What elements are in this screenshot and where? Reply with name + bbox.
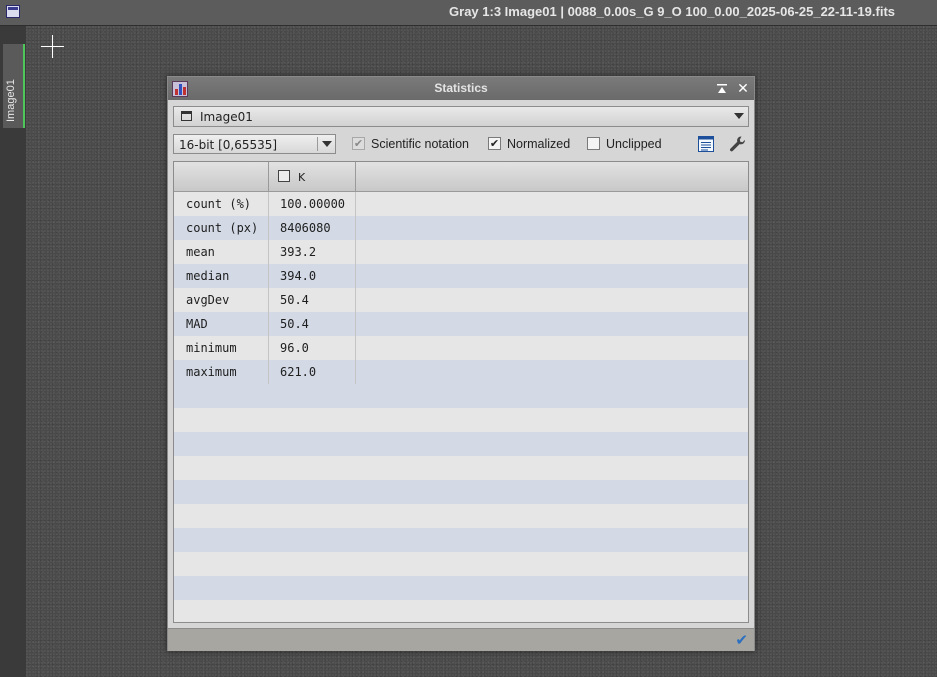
view-selector[interactable]: Image01 — [173, 106, 749, 127]
channel-label: K — [298, 171, 306, 184]
bit-depth-select[interactable]: 16-bit [0,65535] — [173, 134, 336, 154]
column-divider — [268, 162, 269, 191]
statistics-table[interactable]: K count (%) 100.00000 count (px) 8406080… — [173, 161, 749, 623]
stat-name: median — [186, 269, 230, 283]
copy-to-clipboard-icon[interactable] — [698, 136, 714, 152]
stat-name: maximum — [186, 365, 237, 379]
crosshair-cursor-icon — [41, 35, 64, 58]
checkbox-box[interactable] — [587, 137, 600, 150]
table-row[interactable]: MAD 50.4 — [174, 312, 748, 336]
close-icon[interactable]: ✕ — [736, 82, 750, 96]
channel-checkbox[interactable] — [278, 170, 290, 182]
checkbox-label: Unclipped — [606, 137, 662, 151]
table-row[interactable]: avgDev 50.4 — [174, 288, 748, 312]
stat-value: 394.0 — [280, 269, 317, 283]
stat-value: 100.00000 — [280, 197, 346, 211]
wrench-icon[interactable] — [728, 134, 748, 154]
checkbox-label: Normalized — [507, 137, 571, 151]
checkbox-label: Scientific notation — [371, 137, 469, 151]
table-row[interactable]: count (px) 8406080 — [174, 216, 748, 240]
dialog-title-bar[interactable]: Statistics ✕ — [168, 77, 754, 100]
stat-value: 8406080 — [280, 221, 331, 235]
table-row[interactable]: count (%) 100.00000 — [174, 192, 748, 216]
statistics-dialog: Statistics ✕ Image01 16-bit [0,65535] ✔ … — [167, 76, 755, 651]
table-row[interactable]: minimum 96.0 — [174, 336, 748, 360]
empty-table-area — [174, 384, 748, 622]
stat-name: count (%) — [186, 197, 252, 211]
chevron-down-icon — [322, 141, 332, 147]
shade-icon[interactable] — [716, 83, 728, 95]
stat-value: 96.0 — [280, 341, 309, 355]
view-tab-strip: Image01 — [0, 26, 26, 677]
tab-label: Image01 — [5, 79, 17, 122]
dialog-title: Statistics — [434, 81, 488, 95]
table-row[interactable]: mean 393.2 — [174, 240, 748, 264]
app-window-icon[interactable] — [6, 5, 20, 18]
stat-name: avgDev — [186, 293, 230, 307]
checkbox-box[interactable]: ✔ — [488, 137, 501, 150]
stat-name: mean — [186, 245, 215, 259]
dialog-footer: ✔ — [168, 628, 754, 651]
image-window-title-bar[interactable]: Gray 1:3 Image01 | 0088_0.00s_G 9_O 100_… — [0, 0, 937, 26]
checkbox-box[interactable]: ✔ — [352, 137, 365, 150]
stat-value: 393.2 — [280, 245, 317, 259]
tab-image01[interactable]: Image01 — [3, 44, 25, 128]
stat-value: 50.4 — [280, 293, 309, 307]
chevron-down-icon — [734, 113, 744, 119]
table-row[interactable]: maximum 621.0 — [174, 360, 748, 384]
stat-value: 50.4 — [280, 317, 309, 331]
statistics-rows: count (%) 100.00000 count (px) 8406080 m… — [174, 192, 748, 384]
select-divider — [317, 137, 318, 151]
stat-name: minimum — [186, 341, 237, 355]
image-window-title: Gray 1:3 Image01 | 0088_0.00s_G 9_O 100_… — [449, 4, 895, 19]
column-divider — [355, 162, 356, 191]
table-row[interactable]: median 394.0 — [174, 264, 748, 288]
stat-name: MAD — [186, 317, 208, 331]
checkmark-icon[interactable]: ✔ — [735, 631, 748, 649]
stat-value: 621.0 — [280, 365, 317, 379]
image-window-icon — [181, 111, 192, 121]
stat-name: count (px) — [186, 221, 259, 235]
table-header: K — [174, 162, 748, 192]
bit-depth-value: 16-bit [0,65535] — [179, 138, 278, 152]
view-selector-value: Image01 — [200, 110, 253, 124]
